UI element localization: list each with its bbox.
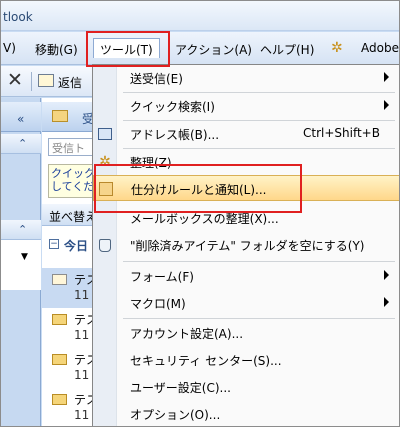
reply-icon[interactable] (38, 74, 54, 87)
dropdown-arrow-icon[interactable]: ▼ (21, 252, 28, 262)
rules-item-highlight (94, 164, 302, 213)
address-book-icon (96, 125, 114, 143)
sort-label: 並べ替え (49, 210, 98, 224)
mail-date: 11 (74, 288, 90, 302)
submenu-arrow-icon (384, 297, 389, 307)
menu-item-label: フォーム(F) (130, 270, 194, 284)
nav-section[interactable]: ⌃ (1, 220, 41, 240)
group-label: 今日 (64, 239, 89, 253)
title-bar: tlook (1, 1, 399, 31)
menu-item-label: クイック検索(I) (130, 100, 215, 114)
menu-view[interactable]: V) (3, 41, 16, 55)
tools-menu-highlight (86, 31, 170, 67)
menu-item-label: 送受信(E) (130, 72, 183, 86)
toolbar-separator (31, 72, 32, 91)
menu-separator (123, 261, 395, 262)
open-envelope-icon (52, 274, 67, 285)
mail-date: 11 (74, 368, 90, 382)
menu-help[interactable]: ヘルプ(H) (260, 41, 314, 58)
menu-item-macro[interactable]: マクロ(M) (93, 290, 399, 316)
delete-icon[interactable]: ✕ (7, 69, 23, 91)
collapse-group-icon[interactable]: − (49, 239, 59, 249)
nav-header: « (1, 102, 41, 132)
menu-item-customize[interactable]: ユーザー設定(C)... (93, 374, 399, 400)
menu-item-address-book[interactable]: アドレス帳(B)... Ctrl+Shift+B (93, 121, 399, 147)
mail-date: 11 (74, 408, 90, 422)
menu-item-shortcut: Ctrl+Shift+B (303, 126, 380, 140)
mail-date: 11 (74, 328, 90, 342)
tools-dropdown-menu: 送受信(E) クイック検索(I) アドレス帳(B)... Ctrl+Shift+… (92, 64, 399, 426)
menu-item-label: ユーザー設定(C)... (130, 381, 231, 395)
menu-item-empty-deleted[interactable]: "削除済みアイテム" フォルダを空にする(Y) (93, 232, 399, 258)
outlook-window: tlook V) 移動(G) ツール(T) アクション(A) ヘルプ(H) ✲ … (0, 0, 400, 427)
menu-item-send-receive[interactable]: 送受信(E) (93, 65, 399, 91)
menu-item-forms[interactable]: フォーム(F) (93, 263, 399, 289)
submenu-arrow-icon (384, 72, 389, 82)
menu-item-options[interactable]: オプション(O)... (93, 401, 399, 426)
envelope-icon (52, 394, 67, 405)
menu-go[interactable]: 移動(G) (35, 41, 78, 58)
submenu-arrow-icon (384, 100, 389, 110)
menu-item-label: アドレス帳(B)... (130, 128, 220, 142)
search-placeholder: 受信ト (52, 142, 85, 155)
section-chevron-icon: ⌃ (18, 223, 28, 236)
menu-item-label: "削除済みアイテム" フォルダを空にする(Y) (130, 239, 365, 253)
reply-button[interactable]: 返信 (58, 74, 82, 91)
menu-item-label: オプション(O)... (130, 408, 221, 422)
nav-list (1, 240, 41, 290)
menu-item-label: セキュリティ センター(S)... (130, 354, 282, 368)
menu-bar: V) 移動(G) ツール(T) アクション(A) ヘルプ(H) ✲ Adobe (1, 32, 399, 65)
menu-separator (123, 318, 395, 319)
envelope-icon (52, 354, 67, 365)
menu-item-quick-search[interactable]: クイック検索(I) (93, 93, 399, 119)
recycle-bin-icon (96, 236, 114, 254)
navigation-pane: « ⌃ ⌃ ▼ (1, 98, 41, 426)
menu-item-label: マクロ(M) (130, 297, 186, 311)
menu-item-label: アカウント設定(A)... (130, 327, 244, 341)
menu-item-trust-center[interactable]: セキュリティ センター(S)... (93, 347, 399, 373)
nav-section[interactable]: ⌃ (1, 134, 41, 154)
adobe-tool-icon[interactable]: ✲ (331, 40, 343, 56)
submenu-arrow-icon (384, 270, 389, 280)
section-chevron-icon: ⌃ (18, 137, 28, 150)
envelope-icon (52, 314, 67, 325)
folder-icon (52, 110, 68, 122)
collapse-chevron-icon[interactable]: « (17, 112, 24, 126)
menu-adobe[interactable]: Adobe (361, 41, 399, 55)
window-title: tlook (3, 10, 33, 24)
menu-item-account-settings[interactable]: アカウント設定(A)... (93, 320, 399, 346)
menu-actions[interactable]: アクション(A) (175, 41, 252, 58)
